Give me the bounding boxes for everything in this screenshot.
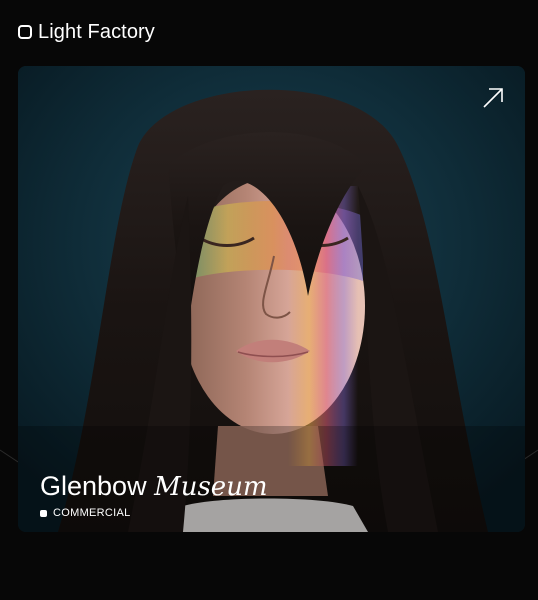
category-tag: COMMERCIAL xyxy=(40,507,268,519)
page: Light Factory Glenbow Museum COMMERCIAL xyxy=(0,0,538,600)
project-title[interactable]: Glenbow Museum xyxy=(40,470,268,503)
project-image xyxy=(18,66,525,532)
project-title-part1: Glenbow xyxy=(40,471,147,501)
side-decoration-left xyxy=(0,449,18,463)
arrow-up-right-icon[interactable] xyxy=(481,86,505,110)
brand-name[interactable]: Light Factory xyxy=(38,21,155,44)
site-header[interactable]: Light Factory xyxy=(18,18,155,46)
logo-icon xyxy=(18,25,32,39)
tag-square-icon xyxy=(40,509,47,517)
category-label: COMMERCIAL xyxy=(53,507,131,519)
project-title-part2: Museum xyxy=(154,472,268,502)
card-caption: Glenbow Museum COMMERCIAL xyxy=(40,470,268,519)
project-card[interactable]: Glenbow Museum COMMERCIAL xyxy=(18,66,525,532)
